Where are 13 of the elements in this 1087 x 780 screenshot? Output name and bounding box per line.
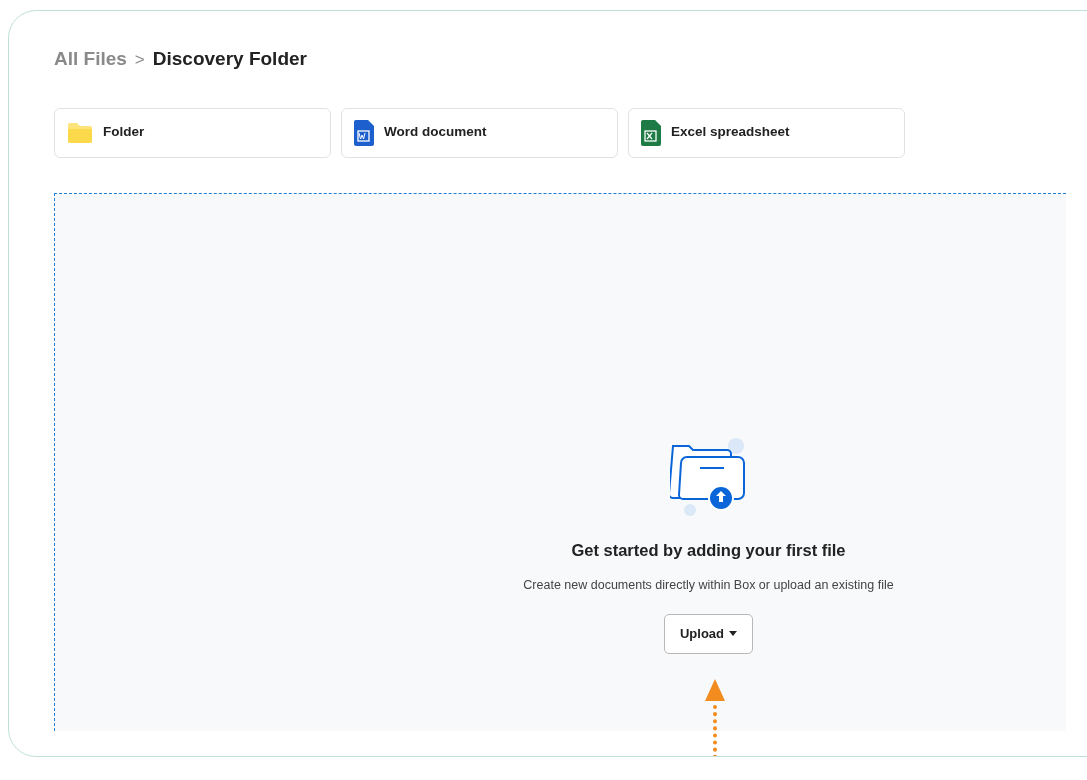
empty-state-title: Get started by adding your first file	[571, 539, 846, 561]
upload-button[interactable]: Upload	[663, 614, 754, 654]
folder-upload-icon	[669, 437, 748, 516]
folder-icon	[67, 121, 93, 144]
create-option[interactable]: Folder	[54, 107, 331, 158]
create-option[interactable]: Word document	[341, 107, 618, 158]
breadcrumb-current: Discovery Folder	[152, 47, 307, 71]
spreadsheet-icon	[641, 119, 661, 146]
empty-state-description: Create new documents directly within Box or upload an existing file	[523, 577, 894, 595]
create-option[interactable]: Excel spreadsheet	[628, 107, 905, 158]
word-document-icon	[354, 119, 374, 146]
caret-icon	[729, 631, 738, 637]
breadcrumb-separator: >	[134, 48, 145, 71]
